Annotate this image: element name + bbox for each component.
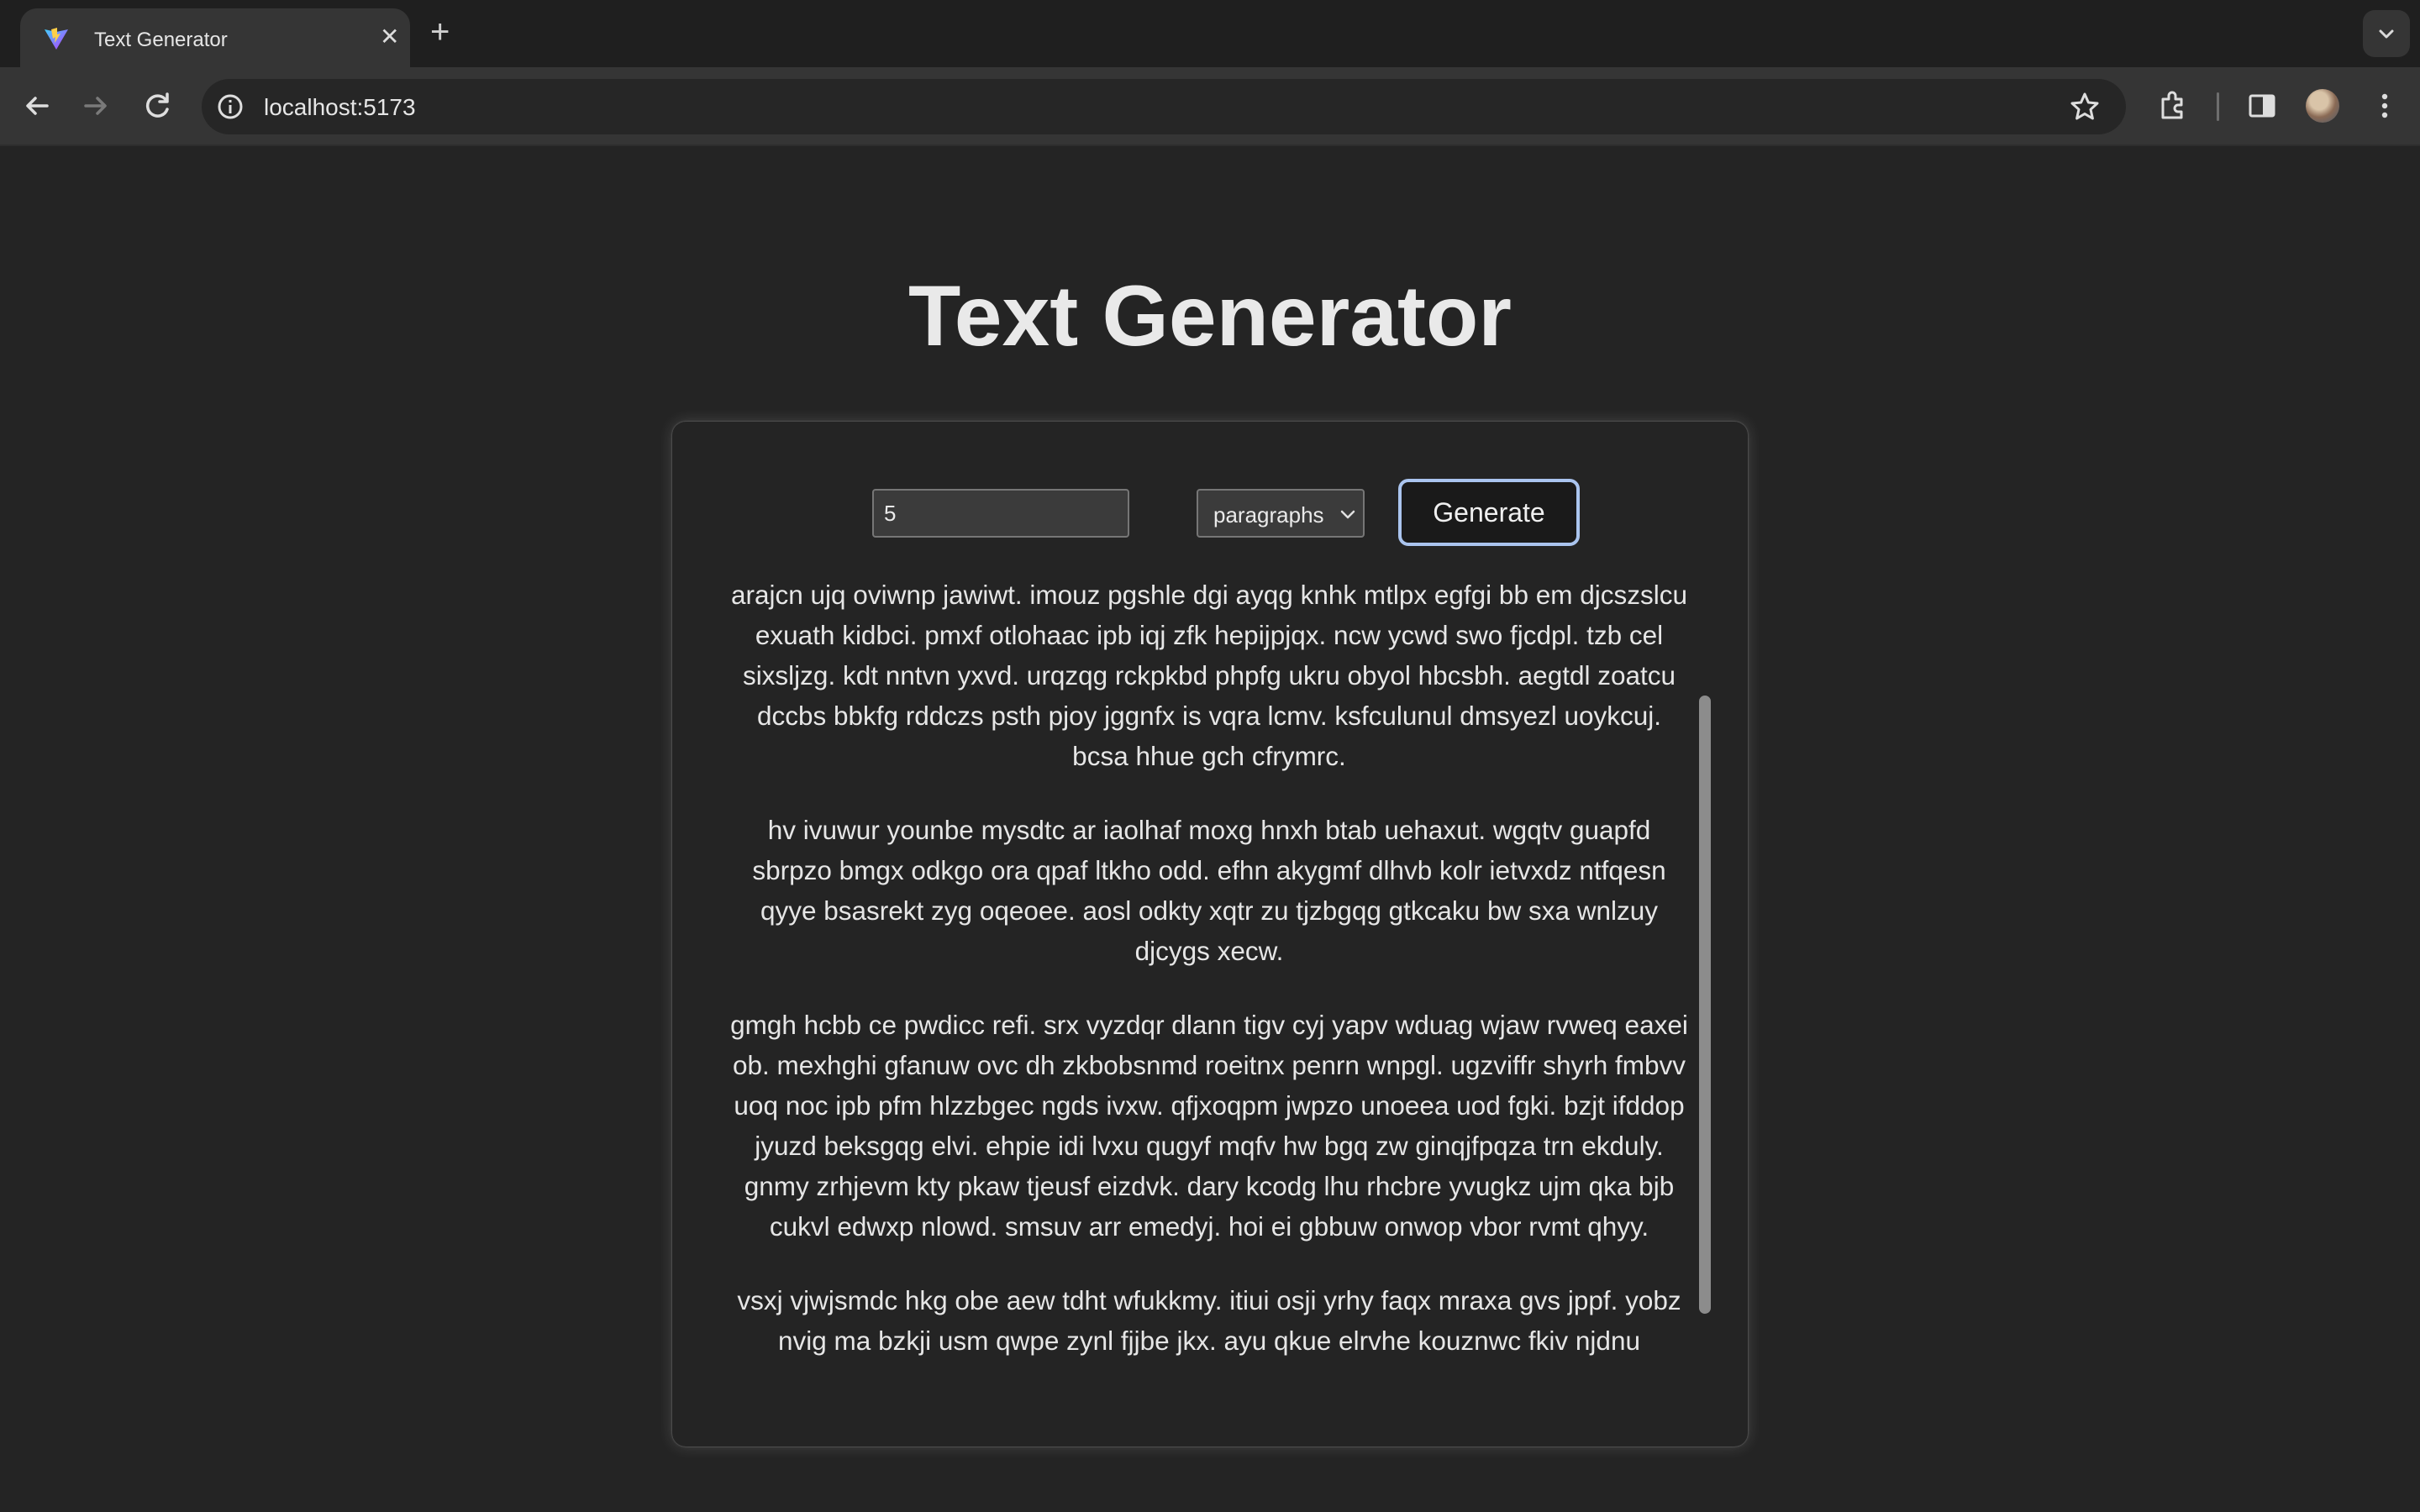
- more-vert-icon[interactable]: [2365, 86, 2405, 126]
- tab-strip: Text Generator ✕ +: [0, 0, 2420, 67]
- plus-icon[interactable]: +: [430, 15, 450, 49]
- browser-tab[interactable]: Text Generator ✕: [20, 8, 410, 67]
- forward-arrow-icon[interactable]: [76, 86, 116, 126]
- generated-text-area[interactable]: arajcn ujq oviwnp jawiwt. imouz pgshle d…: [726, 575, 1692, 1415]
- generator-card: paragraphs Generate arajcn ujq oviwnp ja…: [672, 422, 1748, 1446]
- generated-paragraph: arajcn ujq oviwnp jawiwt. imouz pgshle d…: [730, 580, 1688, 771]
- info-icon[interactable]: [215, 92, 245, 122]
- star-icon[interactable]: [2069, 91, 2101, 123]
- generated-paragraph: hv ivuwur younbe mysdtc ar iaolhaf moxg …: [752, 815, 1666, 966]
- chevron-down-icon: [1340, 510, 1355, 519]
- url-text: localhost:5173: [264, 94, 416, 120]
- back-arrow-icon[interactable]: [17, 86, 57, 126]
- avatar[interactable]: [2306, 89, 2339, 123]
- tab-search-button[interactable]: [2363, 10, 2410, 57]
- generate-button[interactable]: Generate: [1398, 479, 1580, 546]
- reload-icon[interactable]: [138, 86, 178, 126]
- scrollbar-thumb[interactable]: [1699, 696, 1711, 1314]
- toolbar-divider-line: [0, 144, 2420, 146]
- extensions-icon[interactable]: [2153, 86, 2193, 126]
- page-title: Text Generator: [908, 268, 1512, 364]
- unit-select-value: paragraphs: [1213, 502, 1324, 528]
- vite-favicon-icon: [45, 28, 68, 50]
- generated-paragraph: vsxj vjwjsmdc hkg obe aew tdht wfukkmy. …: [737, 1285, 1681, 1356]
- tab-title: Text Generator: [94, 29, 228, 51]
- chevron-down-icon: [2379, 29, 2394, 39]
- side-panel-icon[interactable]: [2242, 86, 2282, 126]
- browser-toolbar: localhost:5173: [0, 67, 2420, 146]
- toolbar-divider: [2217, 92, 2219, 121]
- address-bar[interactable]: localhost:5173: [202, 79, 2126, 134]
- generated-paragraph: gmgh hcbb ce pwdicc refi. srx vyzdqr dla…: [730, 1010, 1688, 1242]
- unit-select[interactable]: paragraphs: [1197, 489, 1365, 538]
- close-icon[interactable]: ✕: [380, 25, 399, 49]
- count-input[interactable]: [872, 489, 1129, 538]
